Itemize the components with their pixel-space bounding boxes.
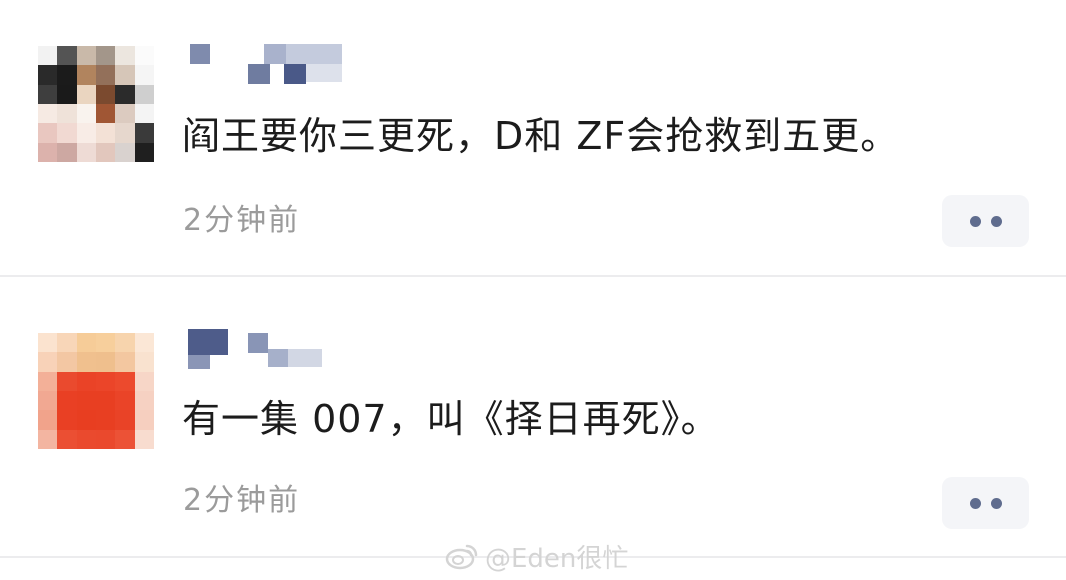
comment-timestamp: 2分钟前 <box>183 483 301 518</box>
avatar[interactable] <box>38 333 154 449</box>
comment-item: 阎王要你三更死，D和 ZF会抢救到五更。 2分钟前 <box>0 0 1066 277</box>
watermark-text: @Eden很忙 <box>485 543 629 574</box>
more-dots-icon <box>969 497 981 509</box>
username-redacted[interactable] <box>188 329 348 369</box>
username-redacted[interactable] <box>188 44 348 84</box>
comment-item: 有一集 007，叫《择日再死》。 2分钟前 <box>0 277 1066 560</box>
comment-timestamp: 2分钟前 <box>183 203 301 238</box>
avatar[interactable] <box>38 46 154 162</box>
comment-text: 阎王要你三更死，D和 ZF会抢救到五更。 <box>182 114 900 158</box>
comment-text: 有一集 007，叫《择日再死》。 <box>182 397 720 441</box>
more-dots-icon <box>990 497 1002 509</box>
more-dots-icon <box>969 215 981 227</box>
weibo-logo-icon <box>445 544 478 570</box>
more-options-button[interactable] <box>942 477 1029 529</box>
more-options-button[interactable] <box>942 195 1029 247</box>
more-dots-icon <box>990 215 1002 227</box>
comment-list: 阎王要你三更死，D和 ZF会抢救到五更。 2分钟前 有一集 007，叫《择日再死… <box>0 0 1066 580</box>
watermark: @Eden很忙 <box>445 536 628 576</box>
